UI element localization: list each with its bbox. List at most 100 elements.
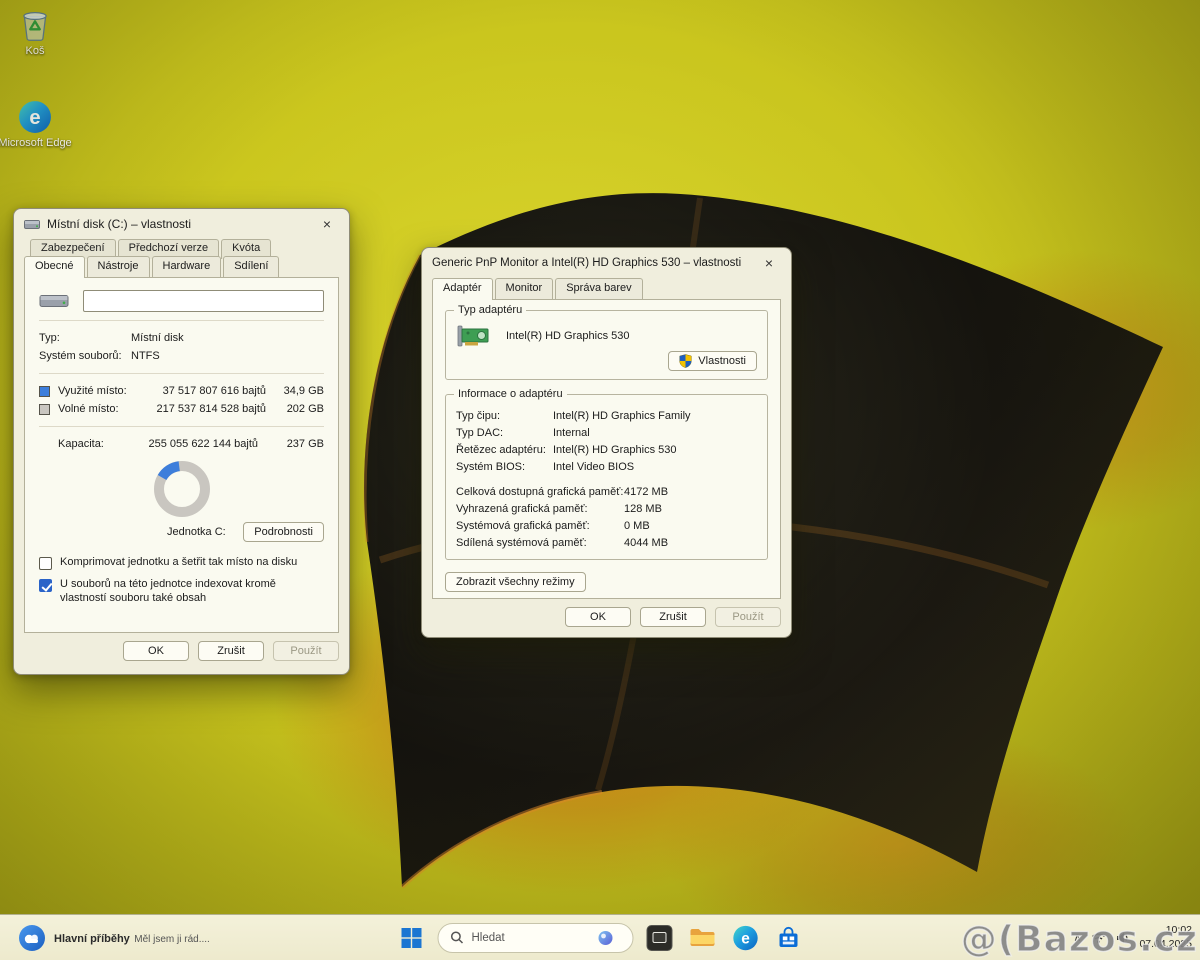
drive-icon [39, 291, 69, 311]
info-label: Řetězec adaptéru: [456, 444, 553, 456]
info-label: Sdílená systémová paměť: [456, 537, 624, 549]
ok-button[interactable]: OK [123, 641, 189, 661]
info-value: 128 MB [624, 503, 662, 515]
filesystem-value: NTFS [131, 350, 160, 362]
compress-checkbox-label: Komprimovat jednotku a šetřit tak místo … [60, 556, 297, 570]
tray-chevron-up-icon[interactable]: ∧ [1073, 931, 1081, 944]
windows-logo-icon [401, 927, 423, 949]
type-value: Místní disk [131, 332, 184, 344]
free-space-size: 202 GB [266, 403, 324, 415]
compress-checkbox[interactable] [39, 557, 52, 570]
filesystem-label: Systém souborů: [39, 350, 131, 362]
disk-dialog-title: Místní disk (C:) – vlastnosti [47, 217, 191, 231]
store-icon [777, 926, 801, 950]
list-all-modes-button[interactable]: Zobrazit všechny režimy [445, 572, 586, 592]
edge-icon: e [18, 100, 52, 134]
folder-icon [690, 927, 716, 949]
taskbar-file-explorer[interactable] [686, 921, 720, 955]
info-label: Typ DAC: [456, 427, 553, 439]
adapter-dialog-tabs: Adaptér Monitor Správa barev [422, 278, 791, 299]
taskbar-app-dark-window[interactable] [643, 921, 677, 955]
adapter-name: Intel(R) HD Graphics 530 [506, 330, 630, 342]
capacity-label: Kapacita: [58, 438, 138, 450]
info-label: Systém BIOS: [456, 461, 553, 473]
cancel-button[interactable]: Zrušit [198, 641, 264, 661]
tray-clock[interactable]: 10:02 07.04.2025 [1139, 924, 1192, 951]
edge-icon: e [733, 925, 759, 951]
index-checkbox-label: U souborů na této jednotce indexovat kro… [60, 578, 324, 606]
taskbar-store[interactable] [772, 921, 806, 955]
widget-subheadline: Měl jsem ji rád.... [134, 934, 210, 945]
taskbar-edge[interactable]: e [729, 921, 763, 955]
svg-text:e: e [29, 107, 40, 129]
desktop-icon-label: Koš [26, 45, 45, 58]
index-checkbox[interactable] [39, 579, 52, 592]
adapter-type-group: Typ adaptéru Intel(R) HD Graphics 530 [445, 310, 768, 380]
desktop-icon-edge[interactable]: e Microsoft Edge [0, 100, 73, 150]
capacity-bytes: 255 055 622 144 bajtů [138, 438, 258, 450]
capacity-size: 237 GB [258, 438, 324, 450]
svg-text:e: e [741, 930, 750, 947]
disk-properties-dialog: Místní disk (C:) – vlastnosti × Zabezpeč… [13, 208, 350, 675]
disk-general-tab-panel: Typ: Místní disk Systém souborů: NTFS Vy… [24, 277, 339, 633]
uac-shield-icon [679, 354, 692, 368]
free-legend-swatch [39, 404, 50, 415]
gpu-card-icon [456, 323, 492, 349]
widget-headline: Hlavní příběhy [54, 933, 130, 945]
tab-obecne[interactable]: Obecné [24, 256, 85, 278]
used-space-size: 34,9 GB [266, 385, 324, 397]
info-value: Intel(R) HD Graphics 530 [553, 444, 677, 456]
disk-dialog-titlebar[interactable]: Místní disk (C:) – vlastnosti × [14, 209, 349, 239]
widgets-weather-icon [18, 924, 46, 952]
free-space-label: Volné místo: [58, 403, 146, 415]
apply-button[interactable]: Použít [715, 607, 781, 627]
volume-label-input[interactable] [83, 290, 324, 312]
used-space-label: Využité místo: [58, 385, 146, 397]
used-legend-swatch [39, 386, 50, 397]
info-value: 4172 MB [624, 486, 668, 498]
tab-sprava-barev[interactable]: Správa barev [555, 278, 642, 299]
taskbar: Hlavní příběhy Měl jsem ji rád.... [0, 914, 1200, 960]
free-space-bytes: 217 537 814 528 bajtů [146, 403, 266, 415]
recycle-bin-icon [18, 6, 52, 42]
network-wifi-icon[interactable] [1091, 932, 1106, 944]
tab-adapter[interactable]: Adaptér [432, 278, 493, 300]
taskbar-search-box[interactable] [438, 923, 634, 953]
used-space-bytes: 37 517 807 616 bajtů [146, 385, 266, 397]
search-input[interactable] [472, 932, 590, 944]
desktop-icon-label: Microsoft Edge [0, 137, 72, 150]
close-icon[interactable]: × [753, 251, 785, 275]
disk-dialog-front-tabs: Obecné Nástroje Hardware Sdílení [14, 256, 349, 277]
details-button[interactable]: Podrobnosti [243, 522, 324, 542]
start-button[interactable] [395, 921, 429, 955]
adapter-info-group: Informace o adaptéru Typ čipu:Intel(R) H… [445, 394, 768, 560]
info-value: Internal [553, 427, 590, 439]
adapter-info-group-title: Informace o adaptéru [454, 388, 567, 400]
tab-hardware[interactable]: Hardware [152, 256, 222, 277]
info-label: Systémová grafická paměť: [456, 520, 624, 532]
desktop-icon-recycle-bin[interactable]: Koš [0, 6, 73, 58]
search-icon [451, 931, 464, 944]
tab-sdileni[interactable]: Sdílení [223, 256, 279, 277]
info-label: Typ čipu: [456, 410, 553, 422]
volume-icon[interactable] [1116, 932, 1129, 944]
search-highlights-icon [598, 930, 614, 946]
tab-nastroje[interactable]: Nástroje [87, 256, 150, 277]
adapter-properties-button[interactable]: Vlastnosti [668, 351, 757, 371]
close-icon[interactable]: × [311, 212, 343, 236]
info-value: 0 MB [624, 520, 650, 532]
info-label: Vyhrazená grafická paměť: [456, 503, 624, 515]
drive-title-icon [24, 218, 40, 230]
window-icon [647, 925, 673, 951]
drive-name-label: Jednotka C: [167, 526, 226, 538]
tab-monitor[interactable]: Monitor [495, 278, 554, 299]
info-label: Celková dostupná grafická paměť: [456, 486, 624, 498]
adapter-dialog-titlebar[interactable]: Generic PnP Monitor a Intel(R) HD Graphi… [422, 248, 791, 278]
adapter-type-group-title: Typ adaptéru [454, 304, 526, 316]
widgets-button[interactable]: Hlavní příběhy Měl jsem ji rád.... [10, 919, 218, 957]
apply-button[interactable]: Použít [273, 641, 339, 661]
ok-button[interactable]: OK [565, 607, 631, 627]
adapter-tab-panel: Typ adaptéru Intel(R) HD Graphics 530 [432, 299, 781, 599]
info-value: Intel(R) HD Graphics Family [553, 410, 691, 422]
cancel-button[interactable]: Zrušit [640, 607, 706, 627]
